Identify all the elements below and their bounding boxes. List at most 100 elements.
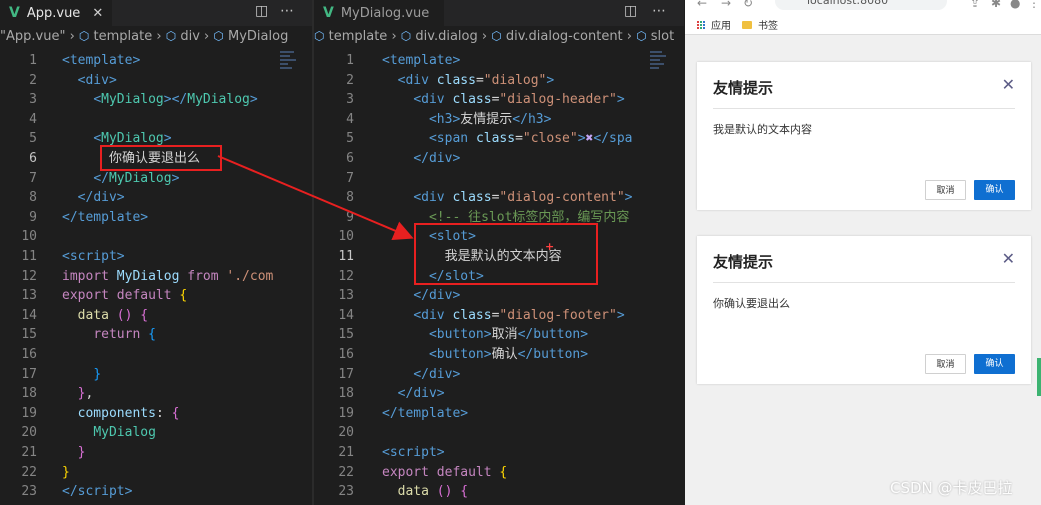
code-text: import MyDialog from './com [62,268,274,284]
code-line[interactable]: 21 } [0,443,312,462]
profile-icon[interactable]: ● [1010,0,1020,10]
extensions-icon[interactable]: ✱ [991,0,1001,10]
code-line[interactable]: 22} [0,463,312,482]
breadcrumb-item[interactable]: div.dialog [415,29,477,44]
menu-icon[interactable]: ⋮ [1028,0,1040,10]
code-line[interactable]: 15 return { [0,325,312,344]
code-line[interactable]: 13 export default { [0,286,312,305]
code-text: <h3>友情提示</h3> [428,111,552,127]
code-line[interactable]: 18 }, [0,384,312,403]
line-number: 15 [338,327,354,343]
code-line[interactable]: 14 data () { [0,306,312,325]
scrollbar-thumb[interactable] [1037,358,1041,396]
breadcrumb-item[interactable]: div [180,29,200,44]
confirm-button[interactable]: 确认 [974,354,1015,374]
code-line[interactable]: 1 <template> [314,51,684,70]
bookmark-folder[interactable]: 书签 [742,17,778,32]
left-editor: V App.vue ✕ ◫ ⋯ "App.vue" › ⬡ template ›… [0,0,312,505]
code-line[interactable]: 17 </div> [314,365,684,384]
code-line[interactable]: 18 </div> [314,384,684,403]
code-line[interactable]: 10 [0,227,312,246]
close-icon[interactable]: ✕ [92,6,103,21]
line-number: 1 [29,53,37,68]
code-line[interactable]: 22 export default { [314,463,684,482]
code-text: components: { [77,405,180,421]
tab-app-vue[interactable]: V App.vue ✕ [0,0,112,26]
more-actions-icon[interactable]: ⋯ [280,3,294,19]
code-line[interactable]: 3 <div class="dialog-header"> [314,90,684,109]
code-line[interactable]: 20 MyDialog [0,423,312,442]
line-number: 17 [21,366,37,382]
breadcrumb-item[interactable]: template [94,29,153,44]
divider [713,108,1015,109]
line-number: 13 [338,288,354,304]
reload-icon[interactable]: ↻ [743,0,753,10]
minimap[interactable] [280,51,300,101]
code-line[interactable]: 8 </div> [0,188,312,207]
more-actions-icon[interactable]: ⋯ [652,3,666,19]
line-number: 4 [29,111,37,127]
code-text: <script> [62,249,125,264]
code-line[interactable]: 19 </template> [314,404,684,423]
code-line[interactable]: 20 [314,423,684,442]
code-line[interactable]: 3 <MyDialog></MyDialog> [0,90,312,109]
code-line[interactable]: 19 components: { [0,404,312,423]
share-icon[interactable]: ⇪ [970,0,980,10]
breadcrumb-item[interactable]: div.dialog-content [506,29,623,44]
breadcrumb-item[interactable]: MyDialog [228,29,288,44]
code-line[interactable]: 12 import MyDialog from './com [0,267,312,286]
address-bar[interactable]: localhost:8080 [775,0,947,10]
highlight-box-slot [414,223,598,285]
code-line[interactable]: 4 <h3>友情提示</h3> [314,110,684,129]
cancel-button[interactable]: 取消 [925,180,966,200]
code-line[interactable]: 8 <div class="dialog-content"> [314,188,684,207]
code-line[interactable]: 13 </div> [314,286,684,305]
cancel-button[interactable]: 取消 [925,354,966,374]
code-line[interactable]: 23 </script> [0,482,312,501]
breadcrumb-item[interactable]: "App.vue" [0,29,65,44]
apps-grid-icon [697,20,705,29]
bookmark-apps[interactable]: 应用 [697,17,731,32]
code-line[interactable]: 11 <script> [0,247,312,266]
dialog-body: 我是默认的文本内容 [713,123,812,136]
code-line[interactable]: 16 [0,345,312,364]
code-text: data () { [397,484,469,500]
back-icon[interactable]: ← [697,0,707,10]
minimap[interactable] [650,51,670,101]
split-editor-icon[interactable]: ◫ [624,3,637,19]
line-number: 10 [338,229,354,245]
split-editor-icon[interactable]: ◫ [255,3,268,19]
code-line[interactable]: 2 <div> [0,71,312,90]
code-line[interactable]: 5 <span class="close">✖</spa [314,129,684,148]
code-line[interactable]: 2 <div class="dialog"> [314,71,684,90]
code-text: </div> [413,366,461,382]
code-line[interactable]: 21 <script> [314,443,684,462]
confirm-button[interactable]: 确认 [974,180,1015,200]
code-text: }, [77,386,94,402]
code-line[interactable]: 15 <button>取消</button> [314,325,684,344]
code-line[interactable]: 4 [0,110,312,129]
dialog-custom: 友情提示 ✕ 你确认要退出么 取消 确认 [697,236,1031,384]
code-line[interactable]: 7 [314,169,684,188]
code-line[interactable]: 16 <button>确认</button> [314,345,684,364]
code-line[interactable]: 7 </MyDialog> [0,169,312,188]
close-icon[interactable]: ✕ [1002,75,1015,94]
bookmarks-bar: 应用 书签 [685,13,1041,35]
code-line[interactable]: 23 data () { [314,482,684,501]
dialog-default: 友情提示 ✕ 我是默认的文本内容 取消 确认 [697,62,1031,210]
forward-icon[interactable]: → [721,0,731,10]
breadcrumb-item[interactable]: slot [651,29,674,44]
code-text: </script> [62,484,133,500]
code-line[interactable]: 9 </template> [0,208,312,227]
code-line[interactable]: 17 } [0,365,312,384]
code-line[interactable]: 14 <div class="dialog-footer"> [314,306,684,325]
line-number: 20 [338,425,354,441]
tab-mydialog-vue[interactable]: V MyDialog.vue [314,0,444,26]
code-line[interactable]: 1 <template> [0,51,312,70]
code-line[interactable]: 6 </div> [314,149,684,168]
code-text: MyDialog [93,425,156,441]
folder-icon [742,20,752,29]
chevron-right-icon: › [391,29,401,44]
breadcrumb-item[interactable]: template [329,29,388,44]
close-icon[interactable]: ✕ [1002,249,1015,268]
